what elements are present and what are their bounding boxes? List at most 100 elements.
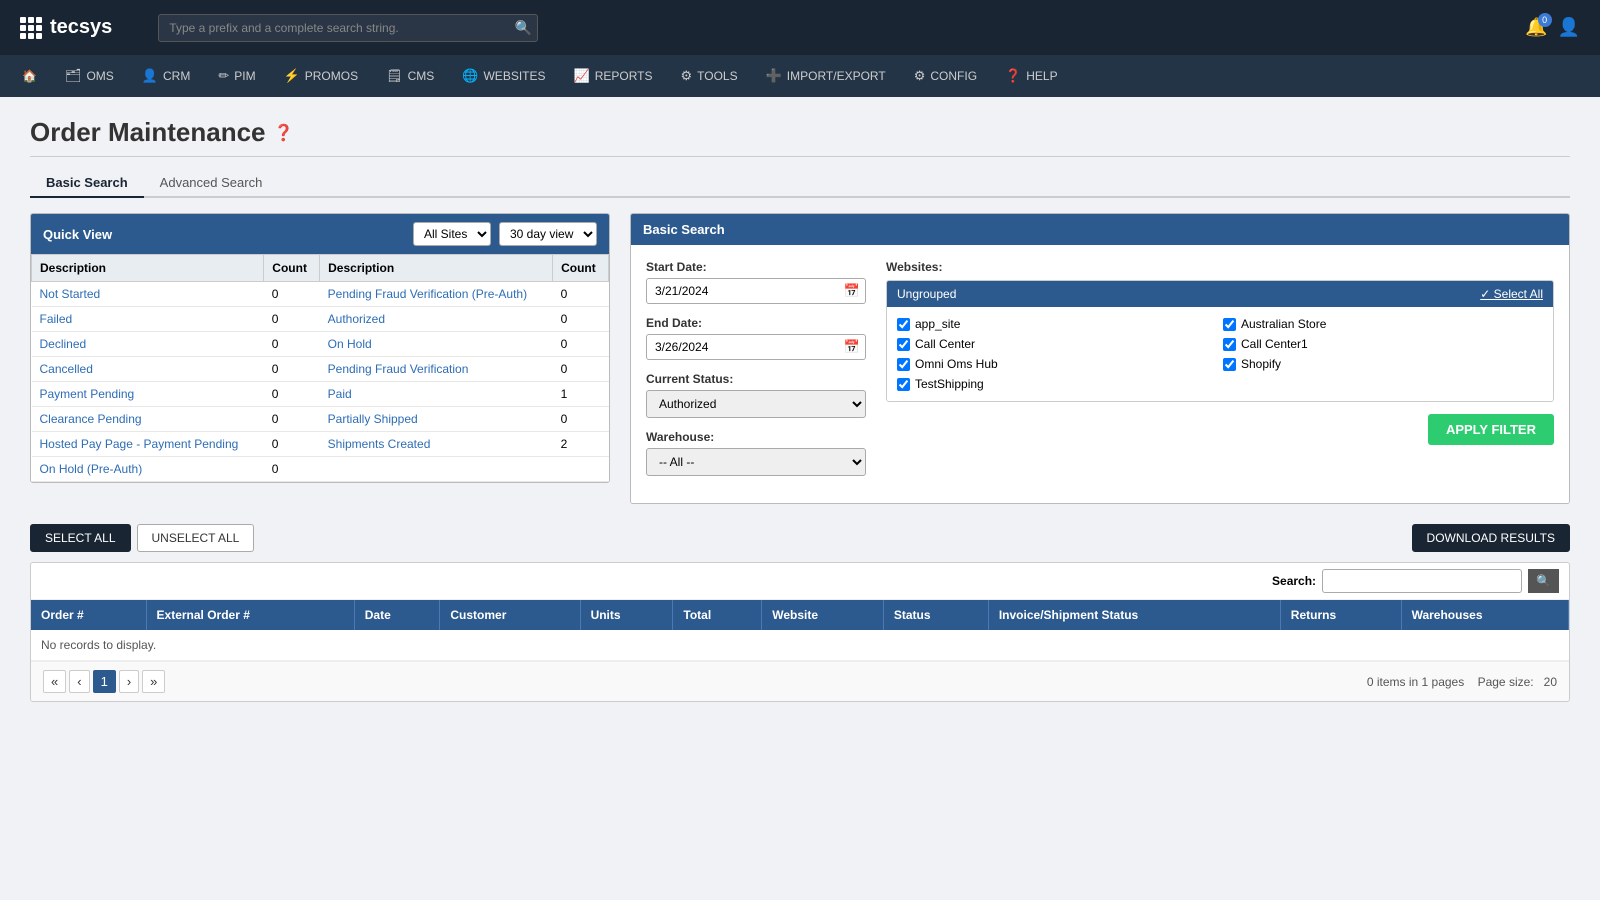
website-testshipping-label: TestShipping (915, 377, 984, 391)
qv-col-desc1: Description (32, 255, 264, 282)
end-date-calendar-icon[interactable]: 📅 (844, 339, 860, 355)
status-label: Current Status: (646, 372, 866, 386)
end-date-group: End Date: 📅 (646, 316, 866, 360)
tab-basic-search[interactable]: Basic Search (30, 169, 144, 198)
pag-last-button[interactable]: » (142, 670, 165, 693)
pag-next-button[interactable]: › (119, 670, 139, 693)
pag-prev-button[interactable]: ‹ (69, 670, 89, 693)
website-call-center1-label: Call Center1 (1241, 337, 1308, 351)
select-all-link[interactable]: ✓ Select All (1480, 287, 1543, 301)
nav-cms[interactable]: 🗒 CMS (374, 60, 446, 92)
website-omni-oms-hub[interactable]: Omni Oms Hub (897, 357, 1217, 371)
qv-desc-right[interactable] (320, 457, 553, 482)
user-button[interactable]: 👤 (1558, 17, 1580, 38)
qv-col-desc2: Description (320, 255, 553, 282)
websites-icon: 🌐 (462, 68, 478, 84)
qv-desc-left[interactable]: Clearance Pending (32, 407, 264, 432)
pim-icon: ✏ (218, 68, 229, 84)
results-search-button[interactable]: 🔍 (1528, 569, 1559, 593)
table-row: No records to display. (31, 630, 1569, 661)
qv-desc-right[interactable]: Authorized (320, 307, 553, 332)
nav-config[interactable]: ⚙ CONFIG (902, 60, 989, 92)
nav-pim[interactable]: ✏ PIM (206, 60, 267, 92)
reports-icon: 📈 (574, 68, 590, 84)
pag-first-button[interactable]: « (43, 670, 66, 693)
nav-promos[interactable]: ⚡ PROMOS (272, 60, 371, 92)
qv-count-right: 0 (553, 407, 609, 432)
table-row: Clearance Pending0Partially Shipped0 (32, 407, 609, 432)
start-date-input[interactable] (646, 278, 866, 304)
qv-desc-right[interactable]: Pending Fraud Verification (320, 357, 553, 382)
nav-websites[interactable]: 🌐 WEBSITES (450, 60, 557, 92)
tools-icon: ⚙ (680, 68, 692, 84)
qv-desc-right[interactable]: Paid (320, 382, 553, 407)
period-filter[interactable]: 30 day view 7 day view Today (499, 222, 597, 246)
no-records-message: No records to display. (31, 630, 1569, 661)
qv-desc-left[interactable]: On Hold (Pre-Auth) (32, 457, 264, 482)
qv-desc-left[interactable]: Cancelled (32, 357, 264, 382)
website-australian-store-checkbox[interactable] (1223, 318, 1236, 331)
website-call-center-checkbox[interactable] (897, 338, 910, 351)
websites-body: app_site Australian Store Call Center (887, 307, 1553, 401)
website-omni-oms-hub-checkbox[interactable] (897, 358, 910, 371)
website-app-site-checkbox[interactable] (897, 318, 910, 331)
site-filter[interactable]: All Sites (413, 222, 491, 246)
nav-import-export[interactable]: ➕ IMPORT/EXPORT (754, 60, 898, 92)
qv-desc-right[interactable]: Shipments Created (320, 432, 553, 457)
search-columns: Quick View All Sites 30 day view 7 day v… (30, 213, 1570, 504)
qv-desc-left[interactable]: Hosted Pay Page - Payment Pending (32, 432, 264, 457)
notifications-button[interactable]: 🔔 0 (1525, 17, 1547, 38)
pag-page-1-button[interactable]: 1 (93, 670, 116, 693)
start-date-calendar-icon[interactable]: 📅 (844, 283, 860, 299)
nav-oms[interactable]: 🗂 OMS (53, 60, 126, 92)
qv-desc-left[interactable]: Not Started (32, 282, 264, 307)
pagination-row: « ‹ 1 › » 0 items in 1 pages Page size: … (31, 661, 1569, 701)
nav-reports[interactable]: 📈 REPORTS (562, 60, 665, 92)
nav-tools[interactable]: ⚙ TOOLS (668, 60, 749, 92)
download-results-button[interactable]: DOWNLOAD RESULTS (1412, 524, 1570, 552)
unselect-all-button[interactable]: UNSELECT ALL (137, 524, 255, 552)
website-app-site[interactable]: app_site (897, 317, 1217, 331)
qv-col-count1: Count (264, 255, 320, 282)
website-shopify[interactable]: Shopify (1223, 357, 1543, 371)
qv-count-right (553, 457, 609, 482)
global-search-button[interactable]: 🔍 (515, 19, 532, 36)
warehouse-label: Warehouse: (646, 430, 866, 444)
bs-left-col: Start Date: 📅 End Date: 📅 (646, 260, 866, 488)
qv-count-left: 0 (264, 457, 320, 482)
qv-desc-right[interactable]: Pending Fraud Verification (Pre-Auth) (320, 282, 553, 307)
nav-crm[interactable]: 👤 CRM (130, 60, 203, 92)
end-date-input[interactable] (646, 334, 866, 360)
website-testshipping[interactable]: TestShipping (897, 377, 1217, 391)
nav-help[interactable]: ❓ HELP (993, 60, 1070, 92)
select-all-button[interactable]: SELECT ALL (30, 524, 131, 552)
warehouse-group: Warehouse: -- All -- (646, 430, 866, 476)
qv-desc-left[interactable]: Failed (32, 307, 264, 332)
status-group: Current Status: Authorized Not Started F… (646, 372, 866, 418)
qv-desc-left[interactable]: Payment Pending (32, 382, 264, 407)
website-shopify-checkbox[interactable] (1223, 358, 1236, 371)
global-search-input[interactable] (158, 14, 538, 42)
col-units: Units (580, 600, 673, 630)
warehouse-select[interactable]: -- All -- (646, 448, 866, 476)
pagination-buttons: « ‹ 1 › » (43, 670, 165, 693)
main-content: Order Maintenance ❓ Basic Search Advance… (0, 97, 1600, 900)
qv-desc-right[interactable]: Partially Shipped (320, 407, 553, 432)
qv-desc-right[interactable]: On Hold (320, 332, 553, 357)
tab-advanced-search[interactable]: Advanced Search (144, 169, 279, 198)
nav-home[interactable]: 🏠 (10, 61, 49, 91)
results-search-input[interactable] (1322, 569, 1522, 593)
qv-desc-left[interactable]: Declined (32, 332, 264, 357)
website-testshipping-checkbox[interactable] (897, 378, 910, 391)
website-australian-store[interactable]: Australian Store (1223, 317, 1543, 331)
website-call-center[interactable]: Call Center (897, 337, 1217, 351)
items-info: 0 items in 1 pages (1367, 675, 1464, 689)
col-customer: Customer (440, 600, 580, 630)
website-call-center1[interactable]: Call Center1 (1223, 337, 1543, 351)
apply-filter-button[interactable]: APPLY FILTER (1428, 414, 1554, 445)
page-help-icon[interactable]: ❓ (274, 123, 294, 143)
status-select[interactable]: Authorized Not Started Failed Declined C… (646, 390, 866, 418)
website-call-center1-checkbox[interactable] (1223, 338, 1236, 351)
quick-view-card: Quick View All Sites 30 day view 7 day v… (30, 213, 610, 483)
website-app-site-label: app_site (915, 317, 960, 331)
